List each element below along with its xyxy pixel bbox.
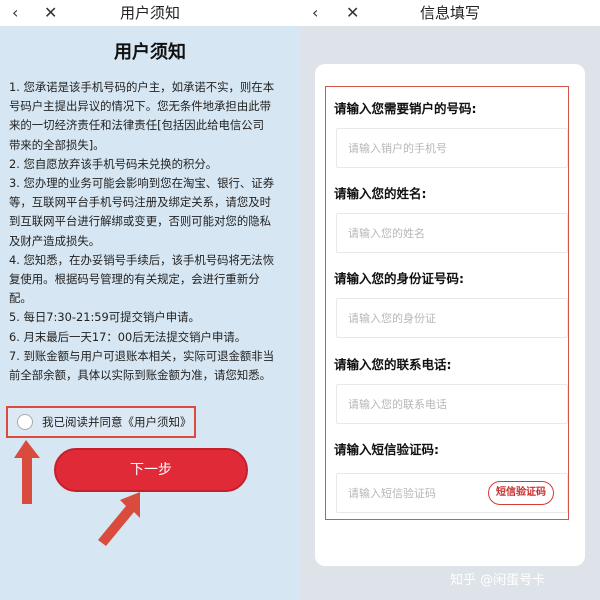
arrow-icon (98, 492, 140, 546)
arrow-icon (14, 440, 40, 504)
annotation-arrows (14, 440, 140, 546)
